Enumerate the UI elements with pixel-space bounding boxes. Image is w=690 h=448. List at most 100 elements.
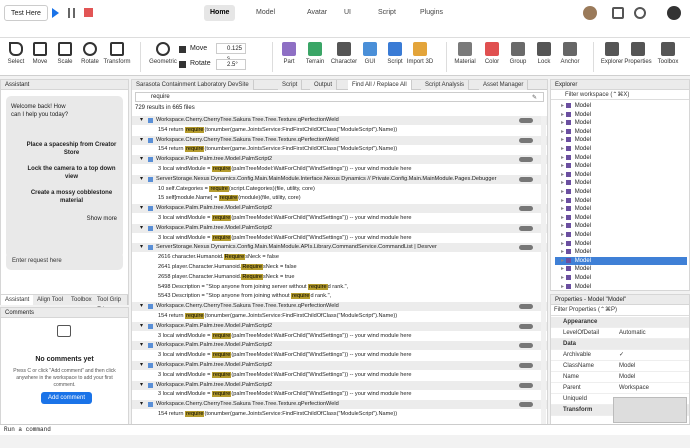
property-row[interactable]: LevelOfDetail Automatic [551, 328, 689, 339]
editor-tab-3[interactable]: Find All / Replace All [348, 80, 412, 90]
script-tool[interactable]: Script [381, 40, 409, 65]
result-line-row[interactable]: 5543 Description = "Stop anyone from joi… [132, 292, 547, 301]
result-line-row[interactable]: 3 local windModule = require(palmTreeMod… [132, 234, 547, 243]
editor-tab-4[interactable]: Script Analysis [421, 80, 470, 90]
explorer-item-model[interactable]: ▸ Model [555, 283, 687, 290]
editor-tab-2[interactable]: Output [310, 80, 338, 90]
result-file-row[interactable]: ▾ ServerStorage.Nexus Dynamics.Config.Mai… [132, 174, 547, 184]
explorer-item-model[interactable]: ▸ Model [555, 136, 687, 145]
assistant-input[interactable]: Enter request here [6, 252, 123, 270]
property-value[interactable]: Workspace [619, 383, 649, 394]
import3d-tool[interactable]: Import 3D [406, 40, 434, 65]
result-line-row[interactable]: 15 self[module.Name] = require(module)(f… [132, 194, 547, 203]
result-line-row[interactable]: 2616 character.Humanoid.RequiresNeck = f… [132, 253, 547, 262]
tab-plugins[interactable]: Plugins [414, 5, 449, 21]
result-file-row[interactable]: ▾ Workspace.Cherry.CherryTree.Sakura Tree… [132, 135, 547, 145]
explorer-item-model[interactable]: ▸ Model [555, 256, 687, 266]
terrain-tool[interactable]: Terrain [301, 40, 329, 65]
explorer-item-model[interactable]: ▸ Model [555, 162, 687, 171]
properties-filter-input[interactable]: Filter Properties (⌃⌘P) [551, 305, 689, 316]
collapse-icon[interactable]: ▾ [140, 361, 143, 370]
move-tool[interactable]: Move [26, 40, 54, 65]
explorer-item-model[interactable]: ▸ Model [555, 145, 687, 154]
group-tool[interactable]: Group [504, 40, 532, 65]
result-line-row[interactable]: 154 return require(tonumber(game.JointsS… [132, 126, 547, 135]
explorer-item-model[interactable]: ▸ Model [555, 128, 687, 137]
property-value[interactable]: Model [619, 361, 635, 372]
result-line-row[interactable]: 154 return require(tonumber(game.JointsS… [132, 145, 547, 154]
result-file-row[interactable]: ▾ Workspace.Palm.Palm.tree.Model.PalmScri… [132, 223, 547, 233]
search-options-icon[interactable]: ✎ [532, 94, 537, 102]
collapse-icon[interactable]: ▾ [140, 136, 143, 145]
property-section[interactable]: Appearance [551, 317, 689, 328]
anchor-tool[interactable]: Anchor [556, 40, 584, 65]
explorer-item-model[interactable]: ▸ Model [555, 231, 687, 240]
suggestion-spaceship[interactable]: Place a spaceship from Creator Store [24, 141, 119, 157]
explorer-tool[interactable]: Explorer [598, 40, 626, 65]
result-file-row[interactable]: ▾ Workspace.Cherry.CherryTree.Sakura Tree… [132, 116, 547, 125]
color-tool[interactable]: Color [478, 40, 506, 65]
collapse-icon[interactable]: ▾ [140, 155, 143, 164]
show-more-link[interactable]: Show more [87, 216, 117, 222]
explorer-filter-input[interactable]: Filter workspace (⌃⌘X) [551, 90, 689, 100]
transform-tool[interactable]: Transform [101, 40, 133, 65]
toolbox-tool[interactable]: Toolbox [654, 40, 682, 65]
explorer-item-model[interactable]: ▸ Model [555, 222, 687, 231]
property-value[interactable]: Model [619, 372, 635, 383]
results-scrollbar[interactable] [541, 116, 546, 424]
result-line-row[interactable]: 10 self.Categories = require(script.Cate… [132, 185, 547, 194]
result-line-row[interactable]: 2658 player.Character.Humanoid.RequiresN… [132, 273, 547, 282]
suggestion-camera[interactable]: Lock the camera to a top down view [24, 165, 119, 181]
move-snap-input[interactable]: 0.125 s [216, 43, 246, 62]
result-line-row[interactable]: 2641 player.Character.Humanoid.RequiresN… [132, 263, 547, 272]
assistant-tab-0[interactable]: Assistant [1, 295, 35, 305]
properties-tool[interactable]: Properties [624, 40, 652, 65]
tab-model[interactable]: Model [250, 5, 281, 21]
collapse-icon[interactable]: ▾ [140, 302, 143, 311]
collapse-icon[interactable]: ▾ [140, 116, 143, 125]
result-file-row[interactable]: ▾ Workspace.Palm.Palm.tree.Model.PalmScri… [132, 204, 547, 214]
collapse-icon[interactable]: ▾ [140, 400, 143, 409]
result-line-row[interactable]: 3 local windModule = require(palmTreeMod… [132, 214, 547, 223]
scale-tool[interactable]: Scale [51, 40, 79, 65]
result-file-row[interactable]: ▾ Workspace.Palm.Palm.tree.Model.PalmScri… [132, 380, 547, 390]
result-line-row[interactable]: 3 local windModule = require(palmTreeMod… [132, 371, 547, 380]
property-row[interactable]: ClassName Model [551, 361, 689, 372]
result-file-row[interactable]: ▾ Workspace.Palm.Palm.tree.Model.PalmScri… [132, 155, 547, 165]
explorer-item-model[interactable]: ▸ Model [555, 119, 687, 128]
test-here-button[interactable]: Test Here [4, 5, 48, 21]
command-bar[interactable]: Run a command [0, 424, 690, 435]
character-tool[interactable]: Character [330, 40, 358, 65]
explorer-item-model[interactable]: ▸ Model [555, 214, 687, 223]
part-tool[interactable]: Part [275, 40, 303, 65]
result-file-row[interactable]: ▾ Workspace.Palm.Palm.tree.Model.PalmScri… [132, 361, 547, 370]
property-value[interactable]: Automatic [619, 328, 646, 339]
result-file-row[interactable]: ▾ Workspace.Palm.Palm.tree.Model.PalmScri… [132, 321, 547, 331]
property-row[interactable]: Parent Workspace [551, 383, 689, 394]
result-line-row[interactable]: 5498 Description = "Stop anyone from joi… [132, 283, 547, 292]
result-file-row[interactable]: ▾ Workspace.Cherry.CherryTree.Sakura Tree… [132, 400, 547, 410]
collapse-icon[interactable]: ▾ [140, 322, 143, 331]
avatar-icon[interactable] [583, 6, 597, 20]
gui-tool[interactable]: GUI [356, 40, 384, 65]
rotate-snap-input[interactable]: 2.5° [216, 59, 246, 70]
property-row[interactable]: Name Model [551, 372, 689, 383]
stop-icon[interactable] [84, 8, 93, 17]
explorer-item-model[interactable]: ▸ Model [555, 111, 687, 120]
editor-tab-1[interactable]: Script [278, 80, 303, 90]
result-line-row[interactable]: 154 return require(tonumber(game.JointsS… [132, 312, 547, 321]
tab-ui[interactable]: UI [338, 5, 357, 21]
share-icon[interactable] [612, 7, 624, 19]
rotate-checkbox[interactable] [179, 61, 186, 68]
explorer-item-model[interactable]: ▸ Model [555, 205, 687, 214]
collapse-icon[interactable]: ▾ [140, 175, 143, 184]
result-line-row[interactable]: 3 local windModule = require(palmTreeMod… [132, 332, 547, 341]
property-section[interactable]: Data [551, 339, 689, 350]
play-icon[interactable] [52, 8, 59, 18]
geometric-tool[interactable]: Geometric [146, 40, 180, 65]
result-line-row[interactable]: 3 local windModule = require(palmTreeMod… [132, 165, 547, 174]
explorer-item-model[interactable]: ▸ Model [555, 265, 687, 274]
result-line-row[interactable]: 154 return require(tonumber(game.JointsS… [132, 410, 547, 419]
result-line-row[interactable]: 3 local windModule = require(palmTreeMod… [132, 390, 547, 399]
explorer-item-model[interactable]: ▸ Model [555, 274, 687, 283]
